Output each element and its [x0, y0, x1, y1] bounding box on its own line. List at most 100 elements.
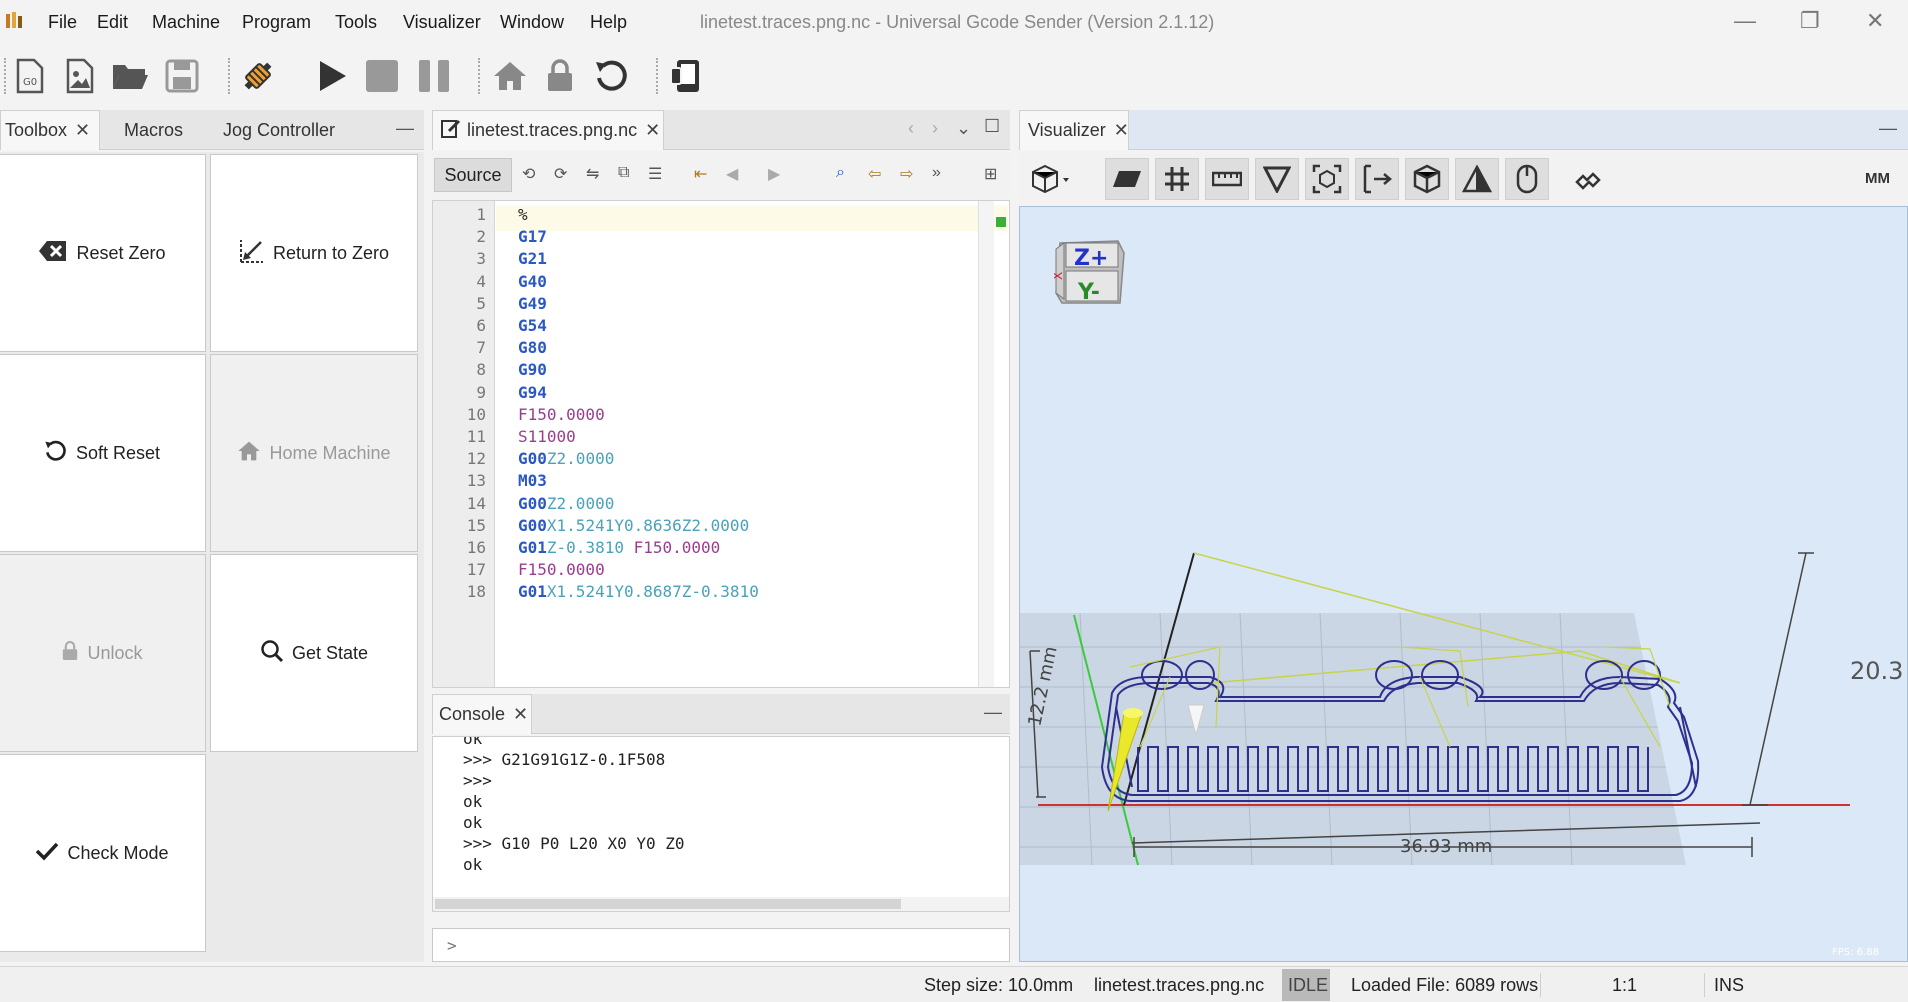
- line-number: 4: [476, 271, 486, 291]
- dimension-x-label: 36.93 mm: [1400, 836, 1492, 857]
- maximize-icon[interactable]: ☐: [984, 116, 1000, 137]
- menu-machine[interactable]: Machine: [152, 12, 220, 33]
- minimize-panel-icon[interactable]: —: [1879, 118, 1897, 139]
- return-to-zero-button[interactable]: Return to Zero: [210, 154, 418, 352]
- outline-icon[interactable]: ☰: [648, 164, 662, 184]
- plane-icon[interactable]: [1105, 158, 1149, 200]
- close-icon[interactable]: ✕: [513, 704, 528, 725]
- save-icon[interactable]: [160, 54, 204, 98]
- bounding-box-icon[interactable]: [1305, 158, 1349, 200]
- tab-console[interactable]: Console ✕: [432, 694, 532, 734]
- tab-macros[interactable]: Macros: [124, 110, 183, 150]
- console-line: ok: [463, 813, 483, 832]
- command-input[interactable]: [432, 928, 1010, 962]
- tab-visualizer[interactable]: Visualizer ✕: [1019, 110, 1129, 150]
- code-token: X1.5241Y0.8636Z2.0000: [546, 515, 750, 535]
- machine-status-icon[interactable]: [664, 54, 708, 98]
- line-number: 7: [476, 338, 486, 358]
- close-window-icon[interactable]: ✕: [1866, 8, 1884, 34]
- home-icon[interactable]: [488, 54, 532, 98]
- view-cube-icon[interactable]: [1031, 162, 1071, 201]
- play-icon[interactable]: [310, 54, 354, 98]
- menu-help[interactable]: Help: [590, 12, 627, 33]
- menu-file[interactable]: File: [48, 12, 77, 33]
- editor-scrollbar[interactable]: [978, 201, 994, 687]
- prev-tab-icon[interactable]: ‹: [908, 118, 914, 139]
- chevron-down-icon[interactable]: ⌄: [956, 118, 971, 139]
- close-icon[interactable]: ✕: [645, 120, 660, 141]
- rotate-left-icon[interactable]: ⟲: [522, 164, 535, 184]
- find-next-icon[interactable]: ⇨: [900, 164, 913, 184]
- soft-reset-button[interactable]: Soft Reset: [0, 354, 206, 552]
- forward-icon[interactable]: ▶: [768, 164, 780, 184]
- lock-icon[interactable]: [538, 54, 582, 98]
- close-icon[interactable]: ✕: [1114, 120, 1129, 141]
- check-icon: [35, 841, 59, 866]
- translate-icon[interactable]: ⧉: [618, 164, 629, 182]
- code-editor[interactable]: 1 2 3 4 5 6 7 8 9 10 11 12 13 14 15 16 17 18 % G17 G21 G40 G4…: [432, 200, 1010, 688]
- machine-state-badge: IDLE: [1282, 969, 1330, 1001]
- tab-label: linetest.traces.png.nc: [467, 120, 638, 140]
- console-line: >>> G21G91G1Z-0.1F508: [463, 750, 666, 769]
- machine-state: IDLE: [1288, 975, 1329, 995]
- tab-editor-file[interactable]: linetest.traces.png.nc ✕: [432, 110, 664, 150]
- new-gcode-icon[interactable]: G0: [8, 54, 52, 98]
- close-icon[interactable]: ✕: [75, 120, 90, 141]
- last-edit-icon[interactable]: ⇤: [694, 164, 707, 184]
- code-token: G00: [518, 449, 547, 469]
- ruler-icon[interactable]: [1205, 158, 1249, 200]
- menu-visualizer[interactable]: Visualizer: [403, 12, 481, 33]
- plugin-icon[interactable]: [1573, 164, 1603, 199]
- visualizer-tabs: Visualizer ✕ —: [1019, 110, 1908, 150]
- restore-icon[interactable]: ❐: [1800, 8, 1820, 34]
- code-line: F150.0000: [518, 405, 605, 424]
- code-line: G00X1.5241Y0.8636Z2.0000: [518, 516, 749, 535]
- code-line: M03: [518, 471, 547, 490]
- open-folder-icon[interactable]: [108, 54, 152, 98]
- minimize-icon[interactable]: —: [1734, 8, 1756, 34]
- line-number: 10: [466, 404, 486, 424]
- line-number: 3: [476, 249, 486, 269]
- menu-window[interactable]: Window: [500, 12, 564, 33]
- back-icon[interactable]: ◀: [726, 164, 738, 184]
- check-mode-button[interactable]: Check Mode: [0, 754, 206, 952]
- mirror-icon[interactable]: ⇋: [586, 164, 599, 184]
- home-machine-button[interactable]: Home Machine: [210, 354, 418, 552]
- reset-icon[interactable]: [590, 54, 634, 98]
- triangle-icon[interactable]: [1255, 158, 1299, 200]
- rotate-right-icon[interactable]: ⟳: [554, 164, 567, 184]
- code-line: G90: [518, 360, 547, 379]
- console-hscrollbar[interactable]: [433, 897, 1009, 911]
- next-tab-icon[interactable]: ›: [932, 118, 938, 139]
- new-image-icon[interactable]: [58, 54, 102, 98]
- stop-icon[interactable]: [360, 54, 404, 98]
- minimize-panel-icon[interactable]: —: [396, 118, 414, 139]
- unlock-button[interactable]: Unlock: [0, 554, 206, 752]
- console-scroll-thumb[interactable]: [435, 899, 901, 909]
- tab-toolbox[interactable]: Toolbox ✕: [0, 110, 100, 150]
- model-icon[interactable]: [1405, 158, 1449, 200]
- dimension-icon[interactable]: [1355, 158, 1399, 200]
- insert-mode: INS: [1714, 975, 1745, 995]
- mouse-icon[interactable]: [1505, 158, 1549, 200]
- tab-jog-controller[interactable]: Jog Controller: [223, 110, 335, 150]
- visualizer-canvas[interactable]: 36.93 mm 12.2 mm 20.3 FPS: 6.88 Z+ Y- X: [1019, 206, 1908, 962]
- find-icon[interactable]: ⌕: [836, 164, 845, 182]
- grid-icon[interactable]: [1155, 158, 1199, 200]
- warning-triangle-icon[interactable]: [1455, 158, 1499, 200]
- reset-zero-button[interactable]: Reset Zero: [0, 154, 206, 352]
- console-line: >>>: [463, 771, 492, 790]
- source-button[interactable]: Source: [434, 158, 512, 192]
- menu-program[interactable]: Program: [242, 12, 311, 33]
- more-icon[interactable]: »: [932, 164, 941, 182]
- pause-icon[interactable]: [412, 54, 456, 98]
- find-previous-icon[interactable]: ⇦: [868, 164, 881, 184]
- menu-edit[interactable]: Edit: [97, 12, 128, 33]
- menu-tools[interactable]: Tools: [335, 12, 377, 33]
- split-icon[interactable]: ⊞: [984, 164, 997, 184]
- get-state-button[interactable]: Get State: [210, 554, 418, 752]
- minimize-panel-icon[interactable]: —: [984, 702, 1002, 723]
- toolbox-panel: Reset Zero Return to Zero Soft Reset Hom…: [0, 152, 424, 962]
- orientation-cube[interactable]: Z+ Y- X: [1051, 237, 1126, 307]
- connect-icon[interactable]: [236, 54, 280, 98]
